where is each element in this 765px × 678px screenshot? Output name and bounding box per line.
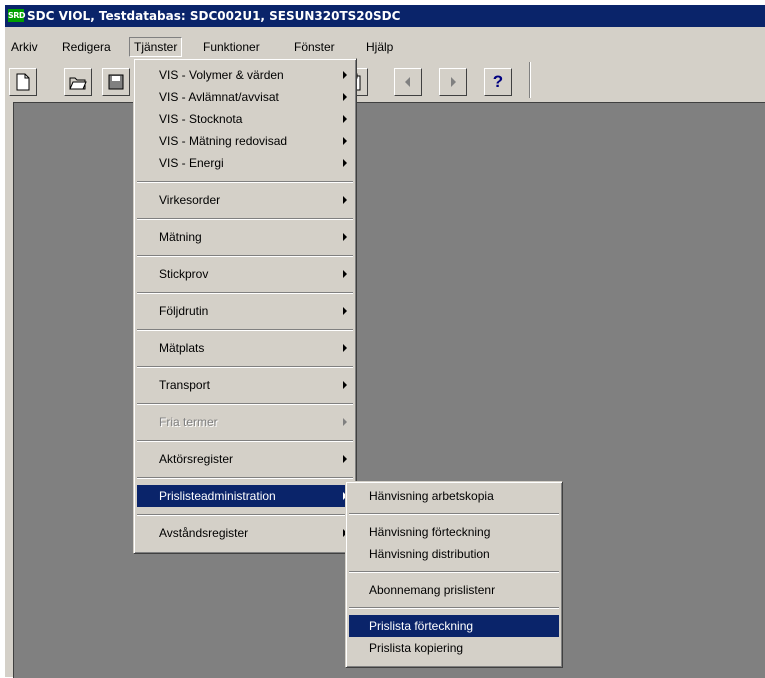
- open-button[interactable]: [64, 68, 92, 96]
- menu-separator: [137, 514, 353, 516]
- submenu-arrow-icon: [343, 196, 347, 204]
- submenu-arrow-icon: [343, 71, 347, 79]
- new-document-icon: [16, 73, 30, 91]
- menu-item-vis-volymer[interactable]: VIS - Volymer & värden: [137, 64, 353, 86]
- menu-tjanster[interactable]: Tjänster: [129, 37, 183, 57]
- prislist-submenu: Hänvisning arbetskopia Hänvisning förtec…: [345, 481, 563, 668]
- toolbar-separator: [529, 62, 531, 98]
- app-logo-icon: SRD: [8, 9, 26, 22]
- submenu-item-prislista-forteckning[interactable]: Prislista förteckning: [349, 615, 559, 637]
- menu-item-label: Prislisteadministration: [159, 489, 276, 503]
- help-button[interactable]: ?: [484, 68, 512, 96]
- help-icon: ?: [492, 72, 504, 91]
- menu-item-foljdrutin[interactable]: Följdrutin: [137, 300, 353, 322]
- menu-item-label: Transport: [159, 378, 210, 392]
- menu-separator: [349, 571, 559, 573]
- submenu-arrow-icon: [343, 159, 347, 167]
- save-button[interactable]: [102, 68, 130, 96]
- menu-separator: [137, 366, 353, 368]
- tjanster-menu: VIS - Volymer & värden VIS - Avlämnat/av…: [133, 58, 357, 554]
- open-folder-icon: [69, 77, 87, 90]
- menu-item-matning[interactable]: Mätning: [137, 226, 353, 248]
- menu-separator: [137, 218, 353, 220]
- menu-separator: [349, 513, 559, 515]
- previous-icon: [405, 77, 410, 87]
- menu-item-label: Avståndsregister: [159, 526, 249, 540]
- submenu-item-prislista-kopiering[interactable]: Prislista kopiering: [349, 637, 559, 659]
- menu-item-label: Prislista kopiering: [369, 641, 464, 655]
- menu-item-prislisteadministration[interactable]: Prislisteadministration: [137, 485, 353, 507]
- menu-separator: [137, 255, 353, 257]
- menu-item-stickprov[interactable]: Stickprov: [137, 263, 353, 285]
- menu-arkiv[interactable]: Arkiv: [7, 37, 42, 57]
- menu-separator: [137, 403, 353, 405]
- menu-item-label: Mätning: [159, 230, 202, 244]
- menu-item-label: Hänvisning distribution: [369, 547, 490, 561]
- menu-separator: [137, 329, 353, 331]
- menu-item-avstandsregister[interactable]: Avståndsregister: [137, 522, 353, 544]
- save-disk-icon: [108, 74, 124, 90]
- submenu-arrow-icon: [343, 93, 347, 101]
- menu-item-label: Prislista förteckning: [369, 619, 474, 633]
- menu-hjalp[interactable]: Hjälp: [362, 37, 397, 57]
- menu-item-label: VIS - Avlämnat/avvisat: [159, 90, 279, 104]
- app-window: SRD SDC VIOL, Testdatabas: SDC002U1, SES…: [5, 5, 765, 678]
- menu-item-label: VIS - Stocknota: [159, 112, 243, 126]
- submenu-arrow-icon: [343, 344, 347, 352]
- menu-separator: [137, 440, 353, 442]
- menu-item-transport[interactable]: Transport: [137, 374, 353, 396]
- submenu-arrow-icon: [343, 381, 347, 389]
- menu-fonster[interactable]: Fönster: [290, 37, 339, 57]
- menu-separator: [349, 607, 559, 609]
- menu-item-label: Aktörsregister: [159, 452, 234, 466]
- menu-item-label: VIS - Mätning redovisad: [159, 134, 288, 148]
- menu-redigera[interactable]: Redigera: [58, 37, 115, 57]
- previous-button[interactable]: [394, 68, 422, 96]
- menu-item-label: VIS - Volymer & värden: [159, 68, 284, 82]
- menu-item-label: Virkesorder: [159, 193, 221, 207]
- menu-item-vis-stocknota[interactable]: VIS - Stocknota: [137, 108, 353, 130]
- submenu-item-hanvisning-distribution[interactable]: Hänvisning distribution: [349, 543, 559, 565]
- submenu-arrow-icon: [343, 115, 347, 123]
- menu-separator: [137, 181, 353, 183]
- menu-item-label: VIS - Energi: [159, 156, 224, 170]
- submenu-item-hanvisning-arbetskopia[interactable]: Hänvisning arbetskopia: [349, 485, 559, 507]
- menu-item-vis-avlamnat[interactable]: VIS - Avlämnat/avvisat: [137, 86, 353, 108]
- menu-item-label: Stickprov: [159, 267, 209, 281]
- menu-bar: Arkiv Redigera Tjänster Funktioner Fönst…: [5, 37, 765, 57]
- window-title: SDC VIOL, Testdatabas: SDC002U1, SESUN32…: [27, 9, 401, 23]
- menu-item-vis-energi[interactable]: VIS - Energi: [137, 152, 353, 174]
- next-button[interactable]: [439, 68, 467, 96]
- menu-item-fria-termer: Fria termer: [137, 411, 353, 433]
- submenu-item-hanvisning-forteckning[interactable]: Hänvisning förteckning: [349, 521, 559, 543]
- menu-item-label: Hänvisning arbetskopia: [369, 489, 494, 503]
- menu-item-matplats[interactable]: Mätplats: [137, 337, 353, 359]
- menu-item-label: Abonnemang prislistenr: [369, 583, 496, 597]
- menu-item-label: Mätplats: [159, 341, 205, 355]
- submenu-arrow-icon: [343, 137, 347, 145]
- menu-item-vis-matning-redovisad[interactable]: VIS - Mätning redovisad: [137, 130, 353, 152]
- title-bar: SRD SDC VIOL, Testdatabas: SDC002U1, SES…: [5, 5, 765, 27]
- submenu-arrow-icon: [343, 307, 347, 315]
- menu-separator: [137, 292, 353, 294]
- new-button[interactable]: [9, 68, 37, 96]
- menu-funktioner[interactable]: Funktioner: [199, 37, 264, 57]
- menu-item-label: Följdrutin: [159, 304, 209, 318]
- menu-item-label: Fria termer: [159, 415, 218, 429]
- submenu-item-abonnemang-prislistenr[interactable]: Abonnemang prislistenr: [349, 579, 559, 601]
- next-icon: [451, 77, 456, 87]
- menu-item-aktorsregister[interactable]: Aktörsregister: [137, 448, 353, 470]
- submenu-arrow-icon: [343, 418, 347, 426]
- submenu-arrow-icon: [343, 233, 347, 241]
- menu-item-label: Hänvisning förteckning: [369, 525, 491, 539]
- menu-item-virkesorder[interactable]: Virkesorder: [137, 189, 353, 211]
- menu-separator: [137, 477, 353, 479]
- submenu-arrow-icon: [343, 455, 347, 463]
- submenu-arrow-icon: [343, 270, 347, 278]
